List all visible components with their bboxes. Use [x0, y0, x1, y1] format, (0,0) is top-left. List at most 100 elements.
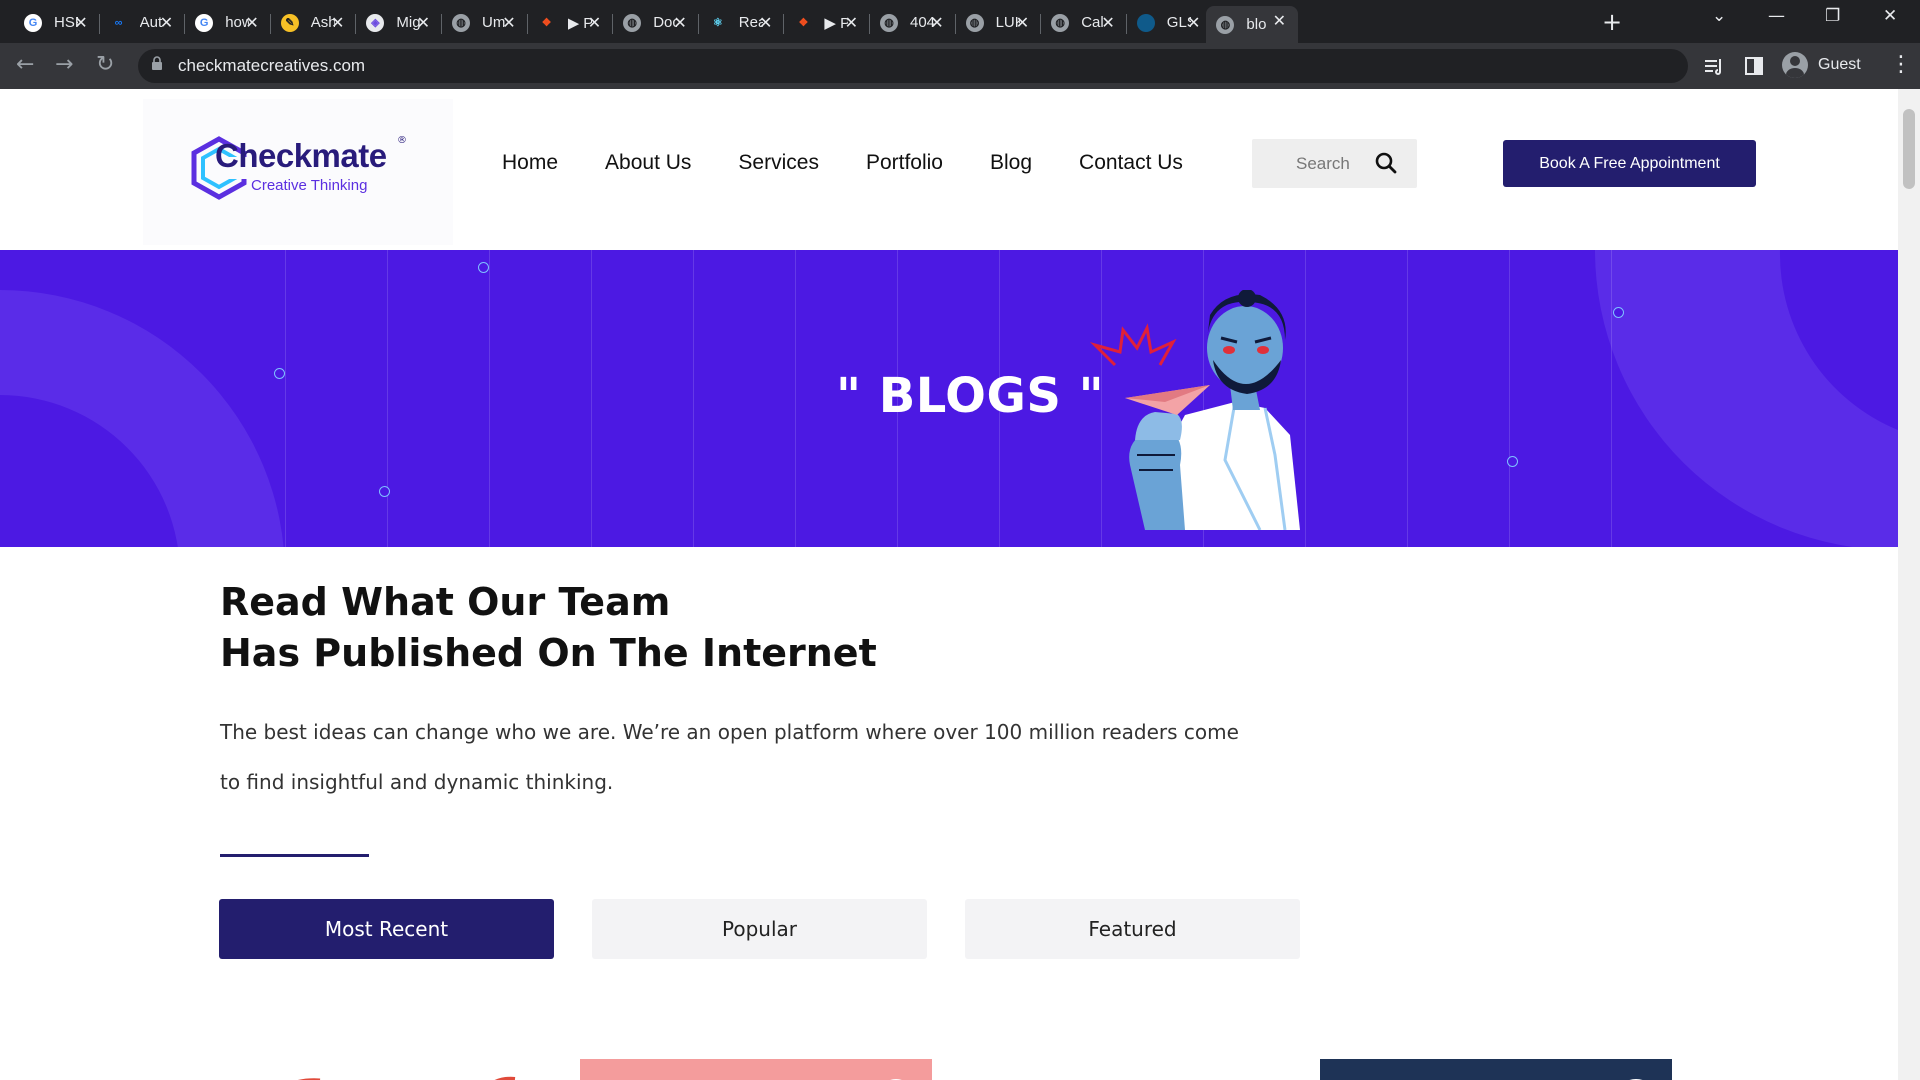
hero-title: " BLOGS " [836, 368, 1105, 424]
blog-card-thumbnail[interactable] [955, 1059, 1307, 1080]
nav-portfolio[interactable]: Portfolio [866, 151, 943, 175]
google-icon: G [195, 13, 214, 32]
browser-tab[interactable]: Ghow ✕ [185, 8, 271, 37]
logos-thumbnail [297, 1076, 516, 1080]
nav-services[interactable]: Services [738, 151, 819, 175]
browser-tab[interactable]: ⚛ Rea ✕ [699, 8, 785, 37]
vertical-scrollbar[interactable] [1898, 89, 1920, 1080]
close-tab-icon[interactable]: ✕ [1101, 13, 1114, 33]
search-box [1252, 139, 1417, 188]
browser-tab[interactable]: ∞ Aut ✕ [100, 8, 186, 37]
forward-icon[interactable]: → [55, 52, 73, 77]
tab-separator [1040, 14, 1042, 34]
figma-icon: ❖ [794, 13, 813, 32]
close-tab-icon[interactable]: ✕ [245, 13, 258, 33]
close-tab-icon[interactable]: ✕ [331, 13, 344, 33]
close-tab-icon[interactable]: ✕ [160, 13, 173, 33]
blog-card-thumbnail[interactable] [1320, 1059, 1672, 1080]
filter-featured-button[interactable]: Featured [965, 899, 1300, 959]
site-header: Checkmate ® Creative Thinking Home About… [0, 89, 1898, 250]
logo-subtitle: Creative Thinking [251, 177, 368, 194]
blog-icon: ✎ [280, 13, 299, 32]
close-window-icon[interactable]: ✕ [1883, 6, 1897, 26]
man-with-paper-plane-illustration [1089, 290, 1300, 530]
article-thumbnail [955, 1059, 1307, 1080]
browser-tab[interactable]: ❖ ▶ P ✕ [528, 8, 614, 37]
filter-popular-button[interactable]: Popular [592, 899, 927, 959]
tab-separator [612, 14, 614, 34]
close-tab-icon[interactable]: ✕ [1273, 11, 1286, 31]
intro-text: The best ideas can change who we are. We… [220, 720, 1239, 794]
grid-line [795, 250, 796, 547]
address-bar[interactable]: checkmatecreatives.com [138, 49, 1688, 83]
close-tab-icon[interactable]: ✕ [930, 13, 943, 33]
search-input[interactable] [1252, 139, 1372, 188]
logo-registered-mark: ® [397, 135, 407, 146]
browser-tab-strip: GHSF✕∞Aut✕Ghow✕✎Ash✕◈Mig✕◍Um✕❖▶ P✕◍Doc✕⚛… [0, 0, 1920, 43]
browser-tab[interactable]: ◍ Um ✕ [442, 8, 528, 37]
globe-icon: ◍ [965, 13, 984, 32]
logo[interactable]: Checkmate ® Creative Thinking [143, 99, 453, 245]
tab-search-icon[interactable]: ⌄ [1712, 6, 1726, 26]
close-tab-icon[interactable]: ✕ [1187, 13, 1200, 33]
browser-tab[interactable]: ◍ 404 ✕ [870, 8, 956, 37]
browser-tab[interactable]: ✎ Ash ✕ [271, 8, 357, 37]
blog-card-thumbnail[interactable] [210, 1059, 562, 1080]
close-tab-icon[interactable]: ✕ [845, 13, 858, 33]
meta-icon: ∞ [109, 13, 128, 32]
browser-tab[interactable]: GHSF✕ [14, 8, 100, 37]
globe-icon: ◍ [1216, 15, 1235, 34]
nav-home[interactable]: Home [502, 151, 558, 175]
google-icon: G [24, 13, 42, 32]
back-icon[interactable]: ← [16, 52, 34, 77]
nav-blog[interactable]: Blog [990, 151, 1032, 175]
section-divider [220, 854, 369, 857]
nav-contact-us[interactable]: Contact Us [1079, 151, 1183, 175]
decor-dot [1507, 456, 1518, 467]
close-tab-icon[interactable]: ✕ [588, 13, 601, 33]
nav-about-us[interactable]: About Us [605, 151, 691, 175]
restore-icon[interactable]: ❐ [1825, 6, 1840, 26]
reading-list-icon[interactable] [1704, 56, 1724, 76]
side-panel-icon[interactable] [1745, 56, 1763, 76]
profile-label: Guest [1818, 56, 1861, 73]
menu-icon[interactable]: ⋮ [1890, 52, 1912, 77]
lock-icon [152, 56, 162, 70]
tab-separator [98, 14, 100, 34]
grid-line [1407, 250, 1408, 547]
filter-most-recent-button[interactable]: Most Recent [219, 899, 554, 959]
browser-tab[interactable]: ◍ Doc ✕ [613, 8, 699, 37]
browser-tab[interactable]: GLS✕ [1127, 8, 1213, 37]
react-icon: ⚛ [708, 13, 727, 32]
close-tab-icon[interactable]: ✕ [1016, 13, 1029, 33]
globe-icon: ◍ [623, 13, 642, 32]
book-appointment-button[interactable]: Book A Free Appointment [1503, 140, 1756, 187]
browser-tab[interactable]: ❖ ▶ P ✕ [784, 8, 870, 37]
browser-tab[interactable]: ◍LUK✕ [956, 8, 1042, 37]
grid-line [591, 250, 592, 547]
decor-dot [478, 262, 489, 273]
tab-separator [526, 14, 528, 34]
tab-separator [869, 14, 870, 34]
page-viewport: Checkmate ® Creative Thinking Home About… [0, 89, 1898, 1080]
new-tab-button[interactable]: + [1602, 8, 1622, 36]
close-tab-icon[interactable]: ✕ [417, 13, 430, 33]
reload-icon[interactable]: ↻ [96, 52, 114, 77]
app-icon: ◈ [366, 13, 385, 32]
browser-tab[interactable]: ◈ Mig ✕ [356, 8, 442, 37]
close-tab-icon[interactable]: ✕ [673, 13, 686, 33]
close-tab-icon[interactable]: ✕ [759, 13, 772, 33]
search-icon[interactable] [1374, 151, 1398, 175]
blog-card-thumbnail[interactable] [580, 1059, 932, 1080]
globe-icon: ◍ [452, 13, 470, 32]
profile-button[interactable]: Guest [1782, 52, 1861, 78]
grid-line [285, 250, 286, 547]
grid-line [489, 250, 490, 547]
scrollbar-thumb[interactable] [1903, 109, 1915, 189]
browser-tab[interactable]: ◍ blo ✕ [1206, 6, 1298, 43]
minimize-icon[interactable]: — [1768, 6, 1785, 26]
close-tab-icon[interactable]: ✕ [502, 13, 515, 33]
browser-tab[interactable]: ◍ Cal ✕ [1041, 8, 1127, 37]
tab-separator [954, 14, 956, 34]
close-tab-icon[interactable]: ✕ [74, 13, 87, 33]
